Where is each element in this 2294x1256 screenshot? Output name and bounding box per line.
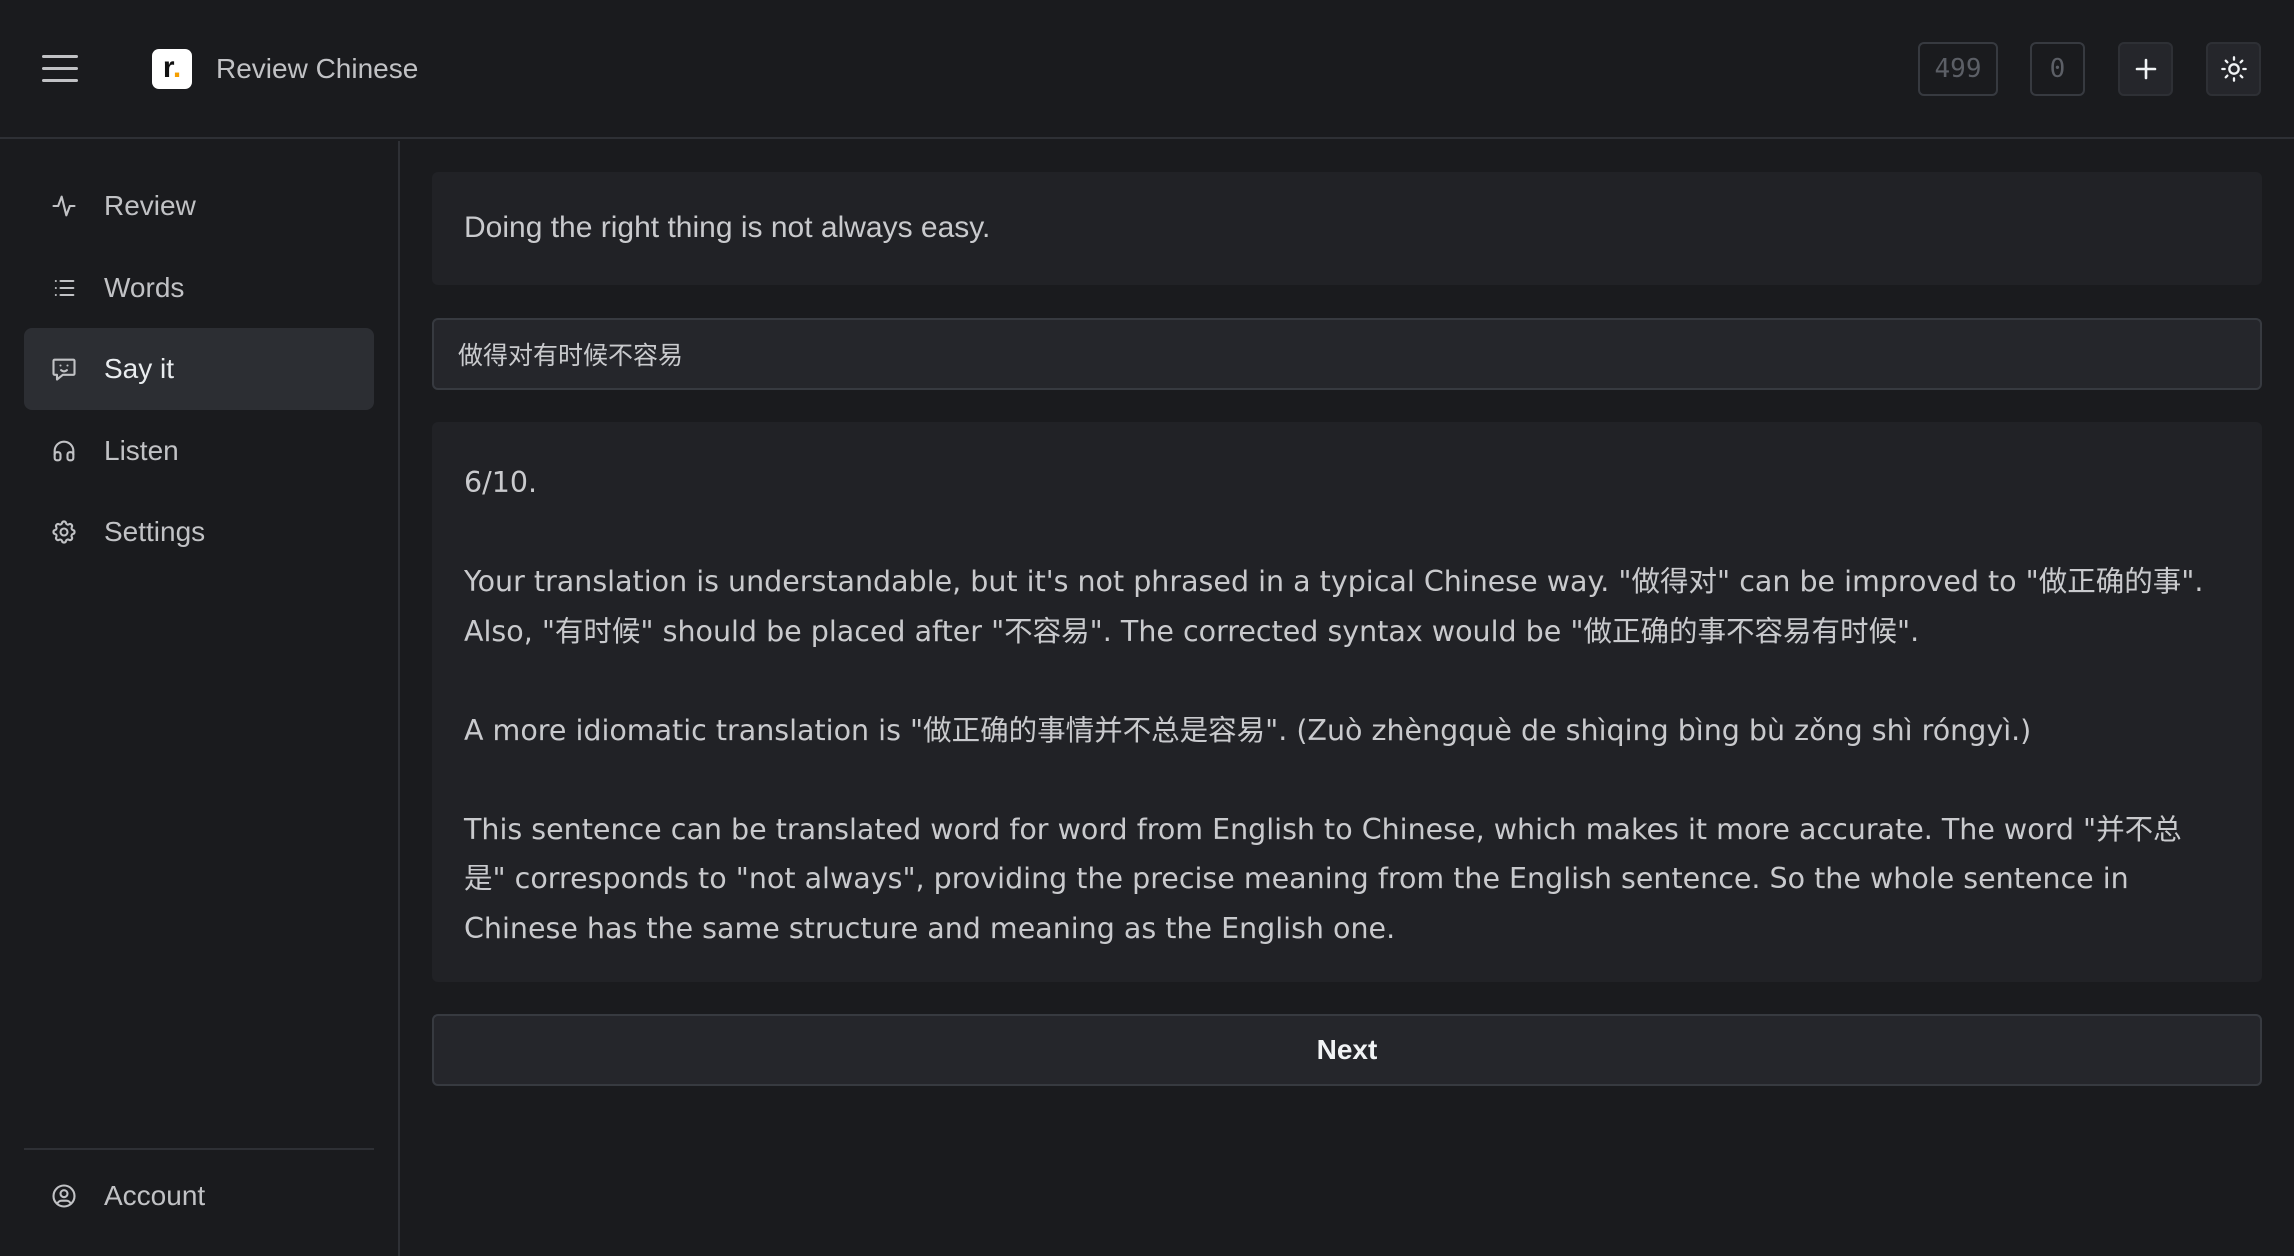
menu-icon[interactable] xyxy=(42,55,78,83)
sidebar-item-label: Say it xyxy=(104,353,175,384)
prompt-card: Doing the right thing is not always easy… xyxy=(432,172,2262,285)
sidebar-item-say-it[interactable]: Say it xyxy=(24,328,374,410)
sidebar: Review Words Say it Listen Settings Acco… xyxy=(0,141,400,1256)
review-count-badge[interactable]: 499 xyxy=(1918,42,1998,96)
message-smile-icon xyxy=(52,358,76,381)
plus-icon xyxy=(2135,58,2156,80)
sidebar-item-label: Settings xyxy=(104,516,206,547)
sidebar-item-review[interactable]: Review xyxy=(24,165,374,247)
add-button[interactable] xyxy=(2118,42,2173,96)
sidebar-item-label: Listen xyxy=(104,435,179,466)
gear-icon xyxy=(52,520,76,544)
activity-icon xyxy=(52,195,76,217)
feedback-line: This sentence can be translated word for… xyxy=(464,812,2182,846)
feedback-line: A more idiomatic translation is "做正确的事情并… xyxy=(464,713,2032,747)
app-logo: r. xyxy=(152,49,192,89)
sidebar-item-words[interactable]: Words xyxy=(24,247,374,329)
list-icon xyxy=(54,279,75,297)
feedback-line: Chinese has the same structure and meani… xyxy=(464,911,1396,945)
prompt-sentence: Doing the right thing is not always easy… xyxy=(464,211,991,244)
feedback-score: 6/10. xyxy=(464,466,538,499)
feedback-line: Also, "有时候" should be placed after "不容易"… xyxy=(464,614,1920,648)
answer-input[interactable] xyxy=(432,318,2262,390)
app-header: r. Review Chinese 499 0 xyxy=(0,0,2294,139)
sidebar-item-account[interactable]: Account xyxy=(24,1155,374,1237)
sidebar-item-label: Review xyxy=(104,190,196,221)
feedback-text: 6/10. Your translation is understandable… xyxy=(464,458,2244,953)
sidebar-item-label: Account xyxy=(104,1180,206,1211)
sun-icon xyxy=(2220,56,2247,82)
theme-toggle-button[interactable] xyxy=(2206,42,2261,96)
sidebar-item-settings[interactable]: Settings xyxy=(24,491,374,573)
feedback-card: 6/10. Your translation is understandable… xyxy=(432,422,2262,982)
sidebar-item-label: Words xyxy=(104,272,185,303)
next-button[interactable]: Next xyxy=(432,1014,2262,1086)
sidebar-divider xyxy=(24,1148,374,1150)
new-count-badge[interactable]: 0 xyxy=(2030,42,2085,96)
feedback-line: 是" corresponds to "not always", providin… xyxy=(464,862,2129,895)
feedback-line: Your translation is understandable, but … xyxy=(464,565,2204,598)
headphones-icon xyxy=(53,440,75,462)
sidebar-item-listen[interactable]: Listen xyxy=(24,410,374,492)
app-title: Review Chinese xyxy=(216,53,419,84)
user-circle-icon xyxy=(52,1184,76,1208)
